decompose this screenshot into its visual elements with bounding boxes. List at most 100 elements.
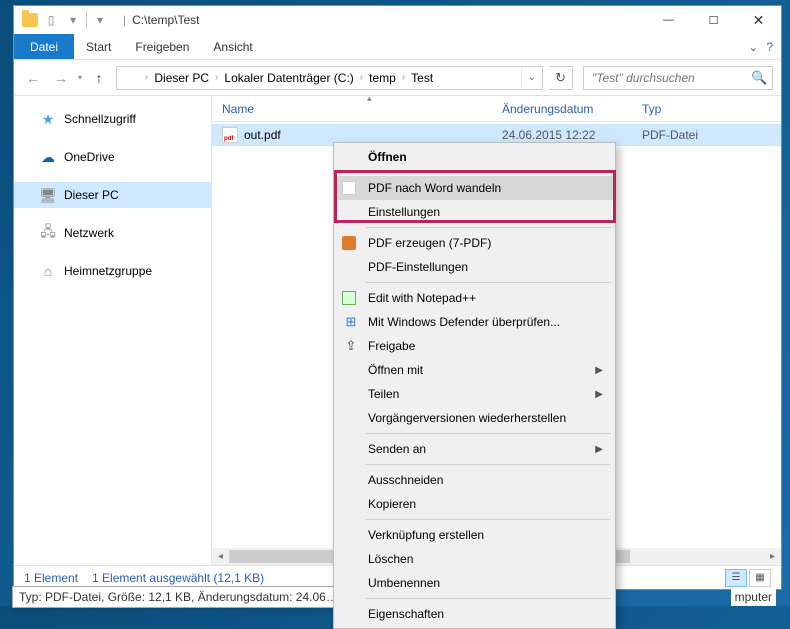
submenu-arrow-icon: ▶	[595, 444, 613, 455]
column-type[interactable]: Typ	[632, 96, 752, 121]
context-menu-label: Einstellungen	[368, 205, 440, 219]
context-menu-label: Umbenennen	[368, 576, 440, 590]
column-date[interactable]: Änderungsdatum	[492, 96, 632, 121]
context-menu-item[interactable]: Öffnen mit▶	[336, 358, 613, 382]
file-name: out.pdf	[244, 128, 281, 142]
context-menu-item[interactable]: Teilen▶	[336, 382, 613, 406]
context-menu-item[interactable]: Vorgängerversionen wiederherstellen	[336, 406, 613, 430]
context-menu-item[interactable]: ⇪ Freigabe	[336, 334, 613, 358]
orange-icon	[342, 236, 356, 250]
back-button[interactable]: ←	[22, 67, 44, 89]
details-view-button[interactable]: ☰	[725, 569, 747, 587]
context-menu-item[interactable]: Edit with Notepad++	[336, 286, 613, 310]
tooltip-overflow: mputer	[731, 588, 776, 606]
context-menu-label: PDF erzeugen (7-PDF)	[368, 236, 491, 250]
maximize-button[interactable]: ☐	[691, 6, 736, 34]
pdf-icon	[222, 127, 238, 143]
column-headers: ▴ Name Änderungsdatum Typ	[212, 96, 781, 122]
qat-dropdown-icon[interactable]: ▾	[64, 11, 82, 29]
search-input[interactable]	[590, 70, 751, 86]
context-menu-label: Freigabe	[368, 339, 415, 353]
breadcrumb[interactable]: Test	[407, 67, 437, 89]
file-tab[interactable]: Datei	[14, 34, 74, 59]
titlebar: ▯ ▾ ▾ |C:\temp\Test — ☐ ✕	[14, 6, 781, 34]
folder-icon	[22, 13, 38, 27]
icons-view-button[interactable]: ▦	[749, 569, 771, 587]
file-name-cell[interactable]: out.pdf	[212, 127, 492, 143]
context-menu-item[interactable]: Öffnen	[336, 145, 613, 169]
ico-pc-icon: 🖥	[40, 187, 56, 203]
minimize-button[interactable]: —	[646, 6, 691, 34]
tab-start[interactable]: Start	[74, 34, 123, 59]
context-menu-item[interactable]: Ausschneiden	[336, 468, 613, 492]
up-button[interactable]: ↑	[88, 67, 110, 89]
folder-icon	[123, 72, 137, 84]
breadcrumb[interactable]: Lokaler Datenträger (C:)	[220, 67, 357, 89]
help-icon[interactable]: ?	[766, 40, 773, 54]
navigation-pane: ★Schnellzugriff ☁ OneDrive 🖥Dieser PC 🖧Netzw…	[14, 96, 212, 565]
context-menu-label: Verknüpfung erstellen	[368, 528, 484, 542]
submenu-arrow-icon: ▶	[595, 365, 613, 376]
context-menu-item[interactable]: Einstellungen	[336, 200, 613, 224]
address-bar[interactable]: › Dieser PC › Lokaler Datenträger (C:) ›…	[116, 66, 543, 90]
file-date-cell: 24.06.2015 12:22	[492, 128, 632, 142]
shield-icon: ⊞	[342, 313, 360, 331]
separator	[86, 11, 87, 29]
context-menu-item[interactable]: Umbenennen	[336, 571, 613, 595]
scroll-right-icon[interactable]: ▸	[764, 548, 781, 565]
tooltip: Typ: PDF-Datei, Größe: 12,1 KB, Änderung…	[12, 586, 345, 608]
forward-button[interactable]: →	[50, 67, 72, 89]
sidebar-item[interactable]: ⌂Heimnetzgruppe	[14, 258, 211, 284]
context-menu-item[interactable]: PDF erzeugen (7-PDF)	[336, 231, 613, 255]
expand-ribbon-icon[interactable]: ⌄	[748, 40, 758, 54]
ico-home-icon: ⌂	[40, 263, 56, 279]
context-menu-item[interactable]: Kopieren	[336, 492, 613, 516]
scroll-left-icon[interactable]: ◂	[212, 548, 229, 565]
chevron-right-icon[interactable]: ›	[143, 72, 150, 83]
history-dropdown-icon[interactable]: ▾	[78, 73, 82, 82]
context-menu-item[interactable]: PDF-Einstellungen	[336, 255, 613, 279]
close-button[interactable]: ✕	[736, 6, 781, 34]
pdfw-icon	[342, 181, 356, 195]
context-menu-item[interactable]: Senden an▶	[336, 437, 613, 461]
menu-separator	[366, 433, 611, 434]
tab-share[interactable]: Freigeben	[123, 34, 201, 59]
share-icon: ⇪	[342, 337, 360, 355]
context-menu-item[interactable]: Verknüpfung erstellen	[336, 523, 613, 547]
chevron-right-icon[interactable]: ›	[400, 72, 407, 83]
context-menu-item[interactable]: ⊞ Mit Windows Defender überprüfen...	[336, 310, 613, 334]
sidebar-item[interactable]: 🖥Dieser PC	[14, 182, 211, 208]
quick-access-toolbar: ▯ ▾ ▾	[14, 11, 117, 29]
sidebar-item[interactable]: 🖧Netzwerk	[14, 220, 211, 246]
context-menu-item[interactable]: PDF nach Word wandeln	[336, 176, 613, 200]
tab-view[interactable]: Ansicht	[201, 34, 264, 59]
context-menu-label: Kopieren	[368, 497, 416, 511]
submenu-arrow-icon: ▶	[595, 389, 613, 400]
chevron-right-icon[interactable]: ›	[358, 72, 365, 83]
np-icon	[342, 291, 356, 305]
qat-overflow-icon[interactable]: ▾	[91, 11, 109, 29]
refresh-button[interactable]: ↻	[549, 66, 573, 90]
context-menu-label: Mit Windows Defender überprüfen...	[368, 315, 560, 329]
sidebar-item[interactable]: ★Schnellzugriff	[14, 106, 211, 132]
breadcrumb[interactable]: temp	[365, 67, 400, 89]
window-controls: — ☐ ✕	[646, 6, 781, 34]
context-menu-item[interactable]: Löschen	[336, 547, 613, 571]
status-selected: 1 Element ausgewählt (12,1 KB)	[92, 571, 264, 585]
status-count: 1 Element	[24, 571, 78, 585]
breadcrumb[interactable]: Dieser PC	[150, 67, 213, 89]
menu-separator	[366, 172, 611, 173]
search-box[interactable]: 🔍	[583, 66, 773, 90]
chevron-right-icon[interactable]: ›	[213, 72, 220, 83]
ico-onedrive-icon: ☁	[40, 149, 56, 165]
column-name[interactable]: Name	[212, 96, 492, 121]
sidebar-item-label: OneDrive	[64, 150, 115, 164]
search-icon[interactable]: 🔍	[751, 70, 767, 86]
address-dropdown-icon[interactable]: ⌄	[521, 67, 542, 89]
window-title: |C:\temp\Test	[117, 13, 199, 27]
context-menu-label: PDF-Einstellungen	[368, 260, 468, 274]
menu-separator	[366, 227, 611, 228]
view-buttons: ☰ ▦	[725, 569, 771, 587]
qat-item-icon[interactable]: ▯	[42, 11, 60, 29]
sidebar-item[interactable]: ☁ OneDrive	[14, 144, 211, 170]
